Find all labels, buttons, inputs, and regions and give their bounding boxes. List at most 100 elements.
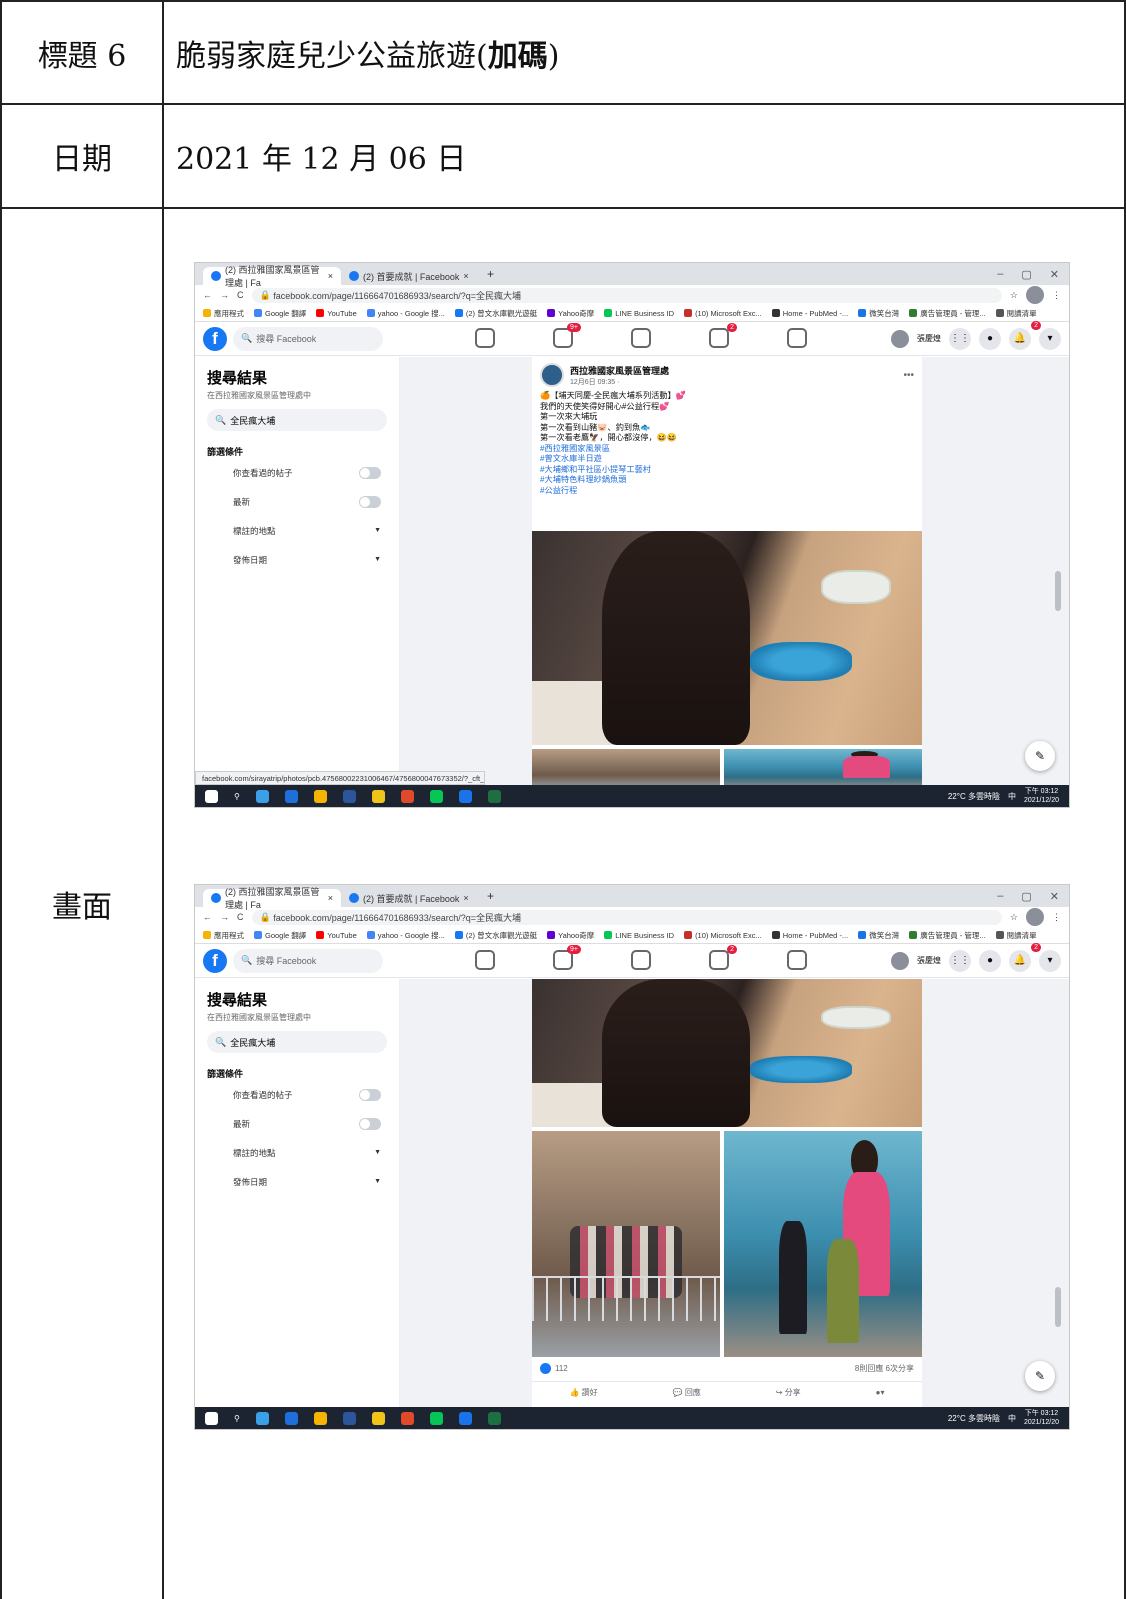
ime-indicator[interactable]: 中 — [1008, 1413, 1016, 1424]
filter-recent[interactable]: 最新 — [207, 1109, 387, 1138]
profile-avatar[interactable] — [1026, 908, 1044, 926]
user-avatar[interactable] — [891, 951, 909, 970]
post-photo-rocks[interactable] — [532, 749, 720, 785]
messenger-icon[interactable]: ● — [979, 327, 1001, 350]
comments-shares-count[interactable]: 8則回應 6次分享 — [855, 1363, 914, 1374]
comment-button[interactable]: 💬 回應 — [673, 1387, 701, 1398]
chrome-icon[interactable] — [313, 1411, 327, 1425]
bookmark-item[interactable]: 廣告管理員 - 管理... — [909, 930, 986, 941]
bookmark-item[interactable]: yahoo - Google 搜... — [366, 930, 445, 941]
bookmark-item[interactable]: Yahoo奇摩 — [547, 308, 594, 319]
notification-icon[interactable]: 🔔 2 — [1009, 942, 1041, 972]
user-name[interactable]: 張慶煌 — [917, 955, 941, 966]
chrome-icon[interactable] — [313, 789, 327, 803]
bookmark-item[interactable]: Home - PubMed -... — [771, 931, 848, 940]
post-photo-sea[interactable] — [724, 749, 922, 785]
maximize-icon[interactable]: ▢ — [1021, 890, 1031, 903]
scrollbar[interactable] — [1055, 1287, 1061, 1327]
filter-date[interactable]: 發佈日期 ▼ — [207, 545, 387, 574]
ie-icon[interactable] — [284, 789, 298, 803]
word-icon[interactable] — [342, 1411, 356, 1425]
bookmark-item[interactable]: (2) 曾文水庫觀光遊艇 — [454, 930, 537, 941]
sidebar-search-input[interactable]: 🔍 全民瘋大埔 — [207, 409, 387, 431]
post-photo-painting[interactable] — [532, 531, 922, 745]
bookmark-item[interactable]: Google 翻譯 — [254, 308, 306, 319]
new-tab-icon[interactable]: + — [479, 267, 502, 281]
filter-location[interactable]: 標註的地點 ▼ — [207, 1138, 387, 1167]
browser-tab-2[interactable]: (2) 首要成就 | Facebook × — [341, 889, 479, 907]
bookmark-item[interactable]: 應用程式 — [203, 930, 244, 941]
hashtag-link[interactable]: #大埔鄉和平社區小提琴工藝村 — [540, 465, 914, 476]
bookmark-item[interactable]: YouTube — [316, 931, 357, 940]
gaming-icon[interactable] — [787, 328, 807, 348]
user-avatar[interactable] — [891, 329, 909, 348]
weather-text[interactable]: 22°C 多雲時陰 — [948, 791, 1000, 802]
menu-icon[interactable]: ⋮ — [1052, 290, 1061, 301]
marketplace-icon[interactable] — [631, 950, 651, 970]
bookmark-item[interactable]: Google 翻譯 — [254, 930, 306, 941]
maximize-icon[interactable]: ▢ — [1021, 268, 1031, 281]
facebook-logo-icon[interactable]: f — [203, 326, 227, 351]
post-photo-sea[interactable] — [724, 1131, 922, 1357]
toggle-switch[interactable] — [359, 1117, 381, 1130]
facebook-search[interactable]: 🔍 搜尋 Facebook — [233, 948, 383, 973]
explorer-icon[interactable] — [371, 1411, 385, 1425]
bookmark-item[interactable]: 閱讀清單 — [995, 930, 1037, 941]
toggle-switch[interactable] — [359, 466, 381, 479]
like-reaction-icon[interactable] — [540, 1362, 551, 1374]
filter-recent[interactable]: 最新 — [207, 487, 387, 516]
edge-icon[interactable] — [255, 789, 269, 803]
bookmark-item[interactable]: 廣告管理員 - 管理... — [909, 308, 986, 319]
bookmark-item[interactable]: 應用程式 — [203, 308, 244, 319]
search-icon[interactable]: ⚲ — [234, 792, 240, 801]
search-icon[interactable]: ⚲ — [234, 1414, 240, 1423]
account-caret-icon[interactable]: ▾ — [1039, 949, 1061, 972]
post-photo-painting[interactable] — [532, 979, 922, 1127]
clock[interactable]: 下午 03:12 2021/12/20 — [1024, 1409, 1059, 1427]
app-icon[interactable] — [400, 1411, 414, 1425]
filter-date[interactable]: 發佈日期 ▼ — [207, 1167, 387, 1196]
filter-seen-posts[interactable]: 你查看過的帖子 — [207, 458, 387, 487]
home-icon[interactable] — [475, 328, 495, 348]
toggle-switch[interactable] — [359, 495, 381, 508]
bookmark-item[interactable]: YouTube — [316, 309, 357, 318]
filter-seen-posts[interactable]: 你查看過的帖子 — [207, 1080, 387, 1109]
watch-icon[interactable]: 9+ — [553, 323, 581, 348]
star-icon[interactable]: ☆ — [1010, 912, 1018, 923]
minimize-icon[interactable]: – — [997, 268, 1003, 281]
browser-tab-2[interactable]: (2) 首要成就 | Facebook × — [341, 267, 479, 285]
url-field[interactable]: 🔒 facebook.com/page/116664701686933/sear… — [251, 909, 1002, 925]
hashtag-link[interactable]: #公益行程 — [540, 486, 914, 497]
post-photo-rocks[interactable] — [532, 1131, 720, 1357]
bookmark-item[interactable]: (10) Microsoft Exc... — [684, 309, 762, 318]
bookmark-item[interactable]: 微笑台灣 — [858, 308, 899, 319]
browser-tab-1[interactable]: (2) 西拉雅國家風景區管理處 | Fa × — [203, 265, 341, 288]
minimize-icon[interactable]: – — [997, 890, 1003, 903]
excel-icon[interactable] — [487, 1411, 501, 1425]
account-caret-icon[interactable]: ▾ — [1039, 327, 1061, 350]
compose-icon[interactable]: ✎ — [1025, 1361, 1055, 1391]
notification-icon[interactable]: 🔔 2 — [1009, 320, 1041, 350]
page-name[interactable]: 西拉雅國家風景區管理處 — [570, 364, 669, 377]
menu-icon[interactable]: ⋮ — [1052, 912, 1061, 923]
browser-tab-1[interactable]: (2) 西拉雅國家風景區管理處 | Fa × — [203, 887, 341, 910]
clock[interactable]: 下午 03:12 2021/12/20 — [1024, 787, 1059, 805]
bookmark-item[interactable]: 微笑台灣 — [858, 930, 899, 941]
facebook-logo-icon[interactable]: f — [203, 948, 227, 973]
groups-icon[interactable]: 2 — [709, 945, 737, 970]
explorer-icon[interactable] — [371, 789, 385, 803]
excel-icon[interactable] — [487, 789, 501, 803]
new-tab-icon[interactable]: + — [479, 889, 502, 903]
line-icon[interactable] — [429, 1411, 443, 1425]
facebook-search[interactable]: 🔍 搜尋 Facebook — [233, 326, 383, 351]
bookmark-item[interactable]: 閱讀清單 — [995, 308, 1037, 319]
back-icon[interactable]: ← — [203, 290, 212, 300]
profile-avatar[interactable] — [1026, 286, 1044, 304]
gaming-icon[interactable] — [787, 950, 807, 970]
line-icon[interactable] — [429, 789, 443, 803]
close-icon[interactable]: ✕ — [1050, 890, 1059, 903]
bookmark-item[interactable]: Yahoo奇摩 — [547, 930, 594, 941]
home-icon[interactable] — [475, 950, 495, 970]
ie-icon[interactable] — [284, 1411, 298, 1425]
back-icon[interactable]: ← — [203, 912, 212, 922]
